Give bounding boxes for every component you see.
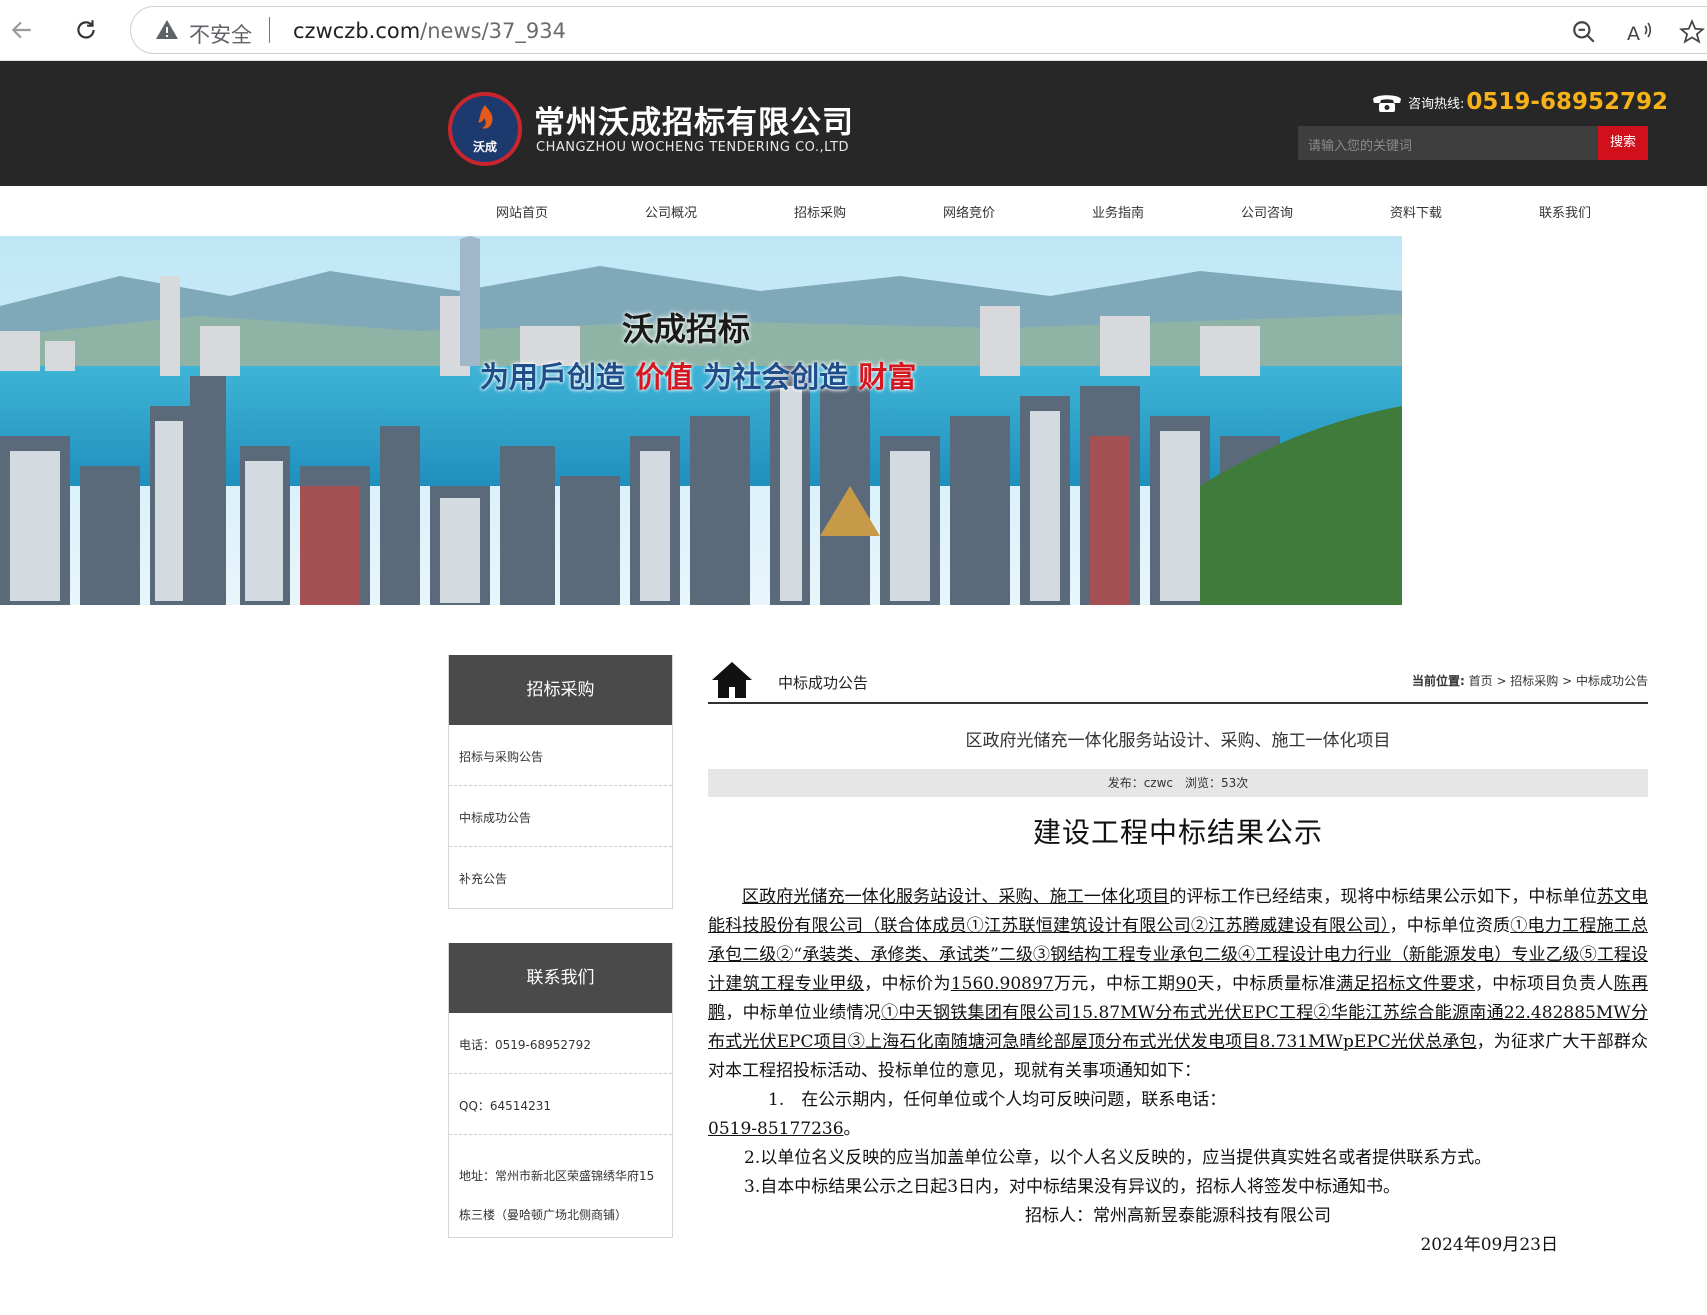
back-button[interactable] [4, 12, 40, 48]
hotline-label: 咨询热线: [1408, 96, 1465, 112]
article-content: 中标成功公告 当前位置: 首页 > 招标采购 > 中标成功公告 区政府光储充一体… [708, 656, 1648, 1260]
zoom-icon[interactable] [1571, 19, 1597, 45]
nav-online-bidding[interactable]: 网络竞价 [919, 202, 1019, 221]
signer: 招标人：常州高新昱泰能源科技有限公司 [1025, 1206, 1331, 1226]
hotline-number: 0519-68952792 [1466, 89, 1668, 115]
nav-consulting[interactable]: 公司咨询 [1217, 202, 1317, 221]
main-nav: 网站首页 公司概况 招标采购 网络竞价 业务指南 公司咨询 资料下载 联系我们 [0, 186, 1707, 236]
contact-qq: QQ：64514231 [449, 1074, 672, 1135]
company-logo[interactable]: 沃成 [448, 92, 522, 166]
search-input[interactable]: 请输入您的关键词 [1298, 126, 1598, 160]
url-text[interactable]: czwczb.com/news/37_934 [293, 19, 566, 43]
banner-title: 沃成招标 [622, 310, 751, 348]
telephone-icon [1373, 95, 1401, 112]
flame-logo-icon [478, 105, 493, 129]
home-icon[interactable] [710, 660, 754, 700]
logo-text: 沃成 [472, 140, 497, 154]
document-title: 建设工程中标结果公示 [1032, 816, 1323, 849]
sidebar-item-winning-notice[interactable]: 中标成功公告 [449, 786, 672, 847]
insecure-label[interactable]: 不安全 [189, 19, 252, 49]
site-header: 沃成 常州沃成招标有限公司 CHANGZHOU WOCHENG TENDERIN… [0, 61, 1707, 186]
sidebar-contact-title: 联系我们 [449, 943, 672, 1013]
breadcrumb-path[interactable]: 首页 > 招标采购 > 中标成功公告 [1469, 674, 1648, 688]
sidebar-contact-panel: 联系我们 电话：0519-68952792 QQ：64514231 地址：常州市… [448, 943, 673, 1238]
contact-phone: 电话：0519-68952792 [449, 1013, 672, 1074]
section-header: 中标成功公告 当前位置: 首页 > 招标采购 > 中标成功公告 [708, 656, 1648, 704]
reload-button[interactable] [68, 12, 104, 48]
notice-item-1-phone: 0519-85177236。 [708, 1119, 861, 1139]
announcement-date: 2024年09月23日 [1420, 1235, 1558, 1255]
address-separator [269, 17, 270, 43]
sidebar-item-bidding-notice[interactable]: 招标与采购公告 [449, 725, 672, 786]
sidebar-bidding-panel: 招标采购 招标与采购公告 中标成功公告 补充公告 [448, 655, 673, 909]
nav-bidding[interactable]: 招标采购 [770, 202, 870, 221]
read-aloud-icon[interactable]: A [1625, 19, 1653, 45]
hotline: 咨询热线: 0519-68952792 [1370, 87, 1668, 117]
sidebar-bidding-title: 招标采购 [449, 655, 672, 725]
svg-text:A: A [1627, 23, 1640, 45]
company-name: 常州沃成招标有限公司 [534, 105, 854, 141]
nav-contact[interactable]: 联系我们 [1515, 202, 1615, 221]
notice-item-1: 1. 在公示期内，任何单位或个人均可反映问题，联系电话： [768, 1090, 1227, 1110]
back-arrow-icon [11, 21, 31, 39]
nav-about[interactable]: 公司概况 [621, 202, 721, 221]
sidebar-item-supplement-notice[interactable]: 补充公告 [449, 847, 672, 908]
browser-toolbar: 不安全 czwczb.com/news/37_934 A [0, 0, 1707, 61]
contact-address: 地址：常州市新北区荣盛锦绣华府15栋三楼（曼哈顿广场北侧商铺） [459, 1169, 655, 1222]
favorite-star-icon[interactable] [1679, 19, 1705, 45]
announcement-paragraph: 区政府光储充一体化服务站设计、采购、施工一体化项目的评标工作已经结束，现将中标结… [708, 887, 1649, 1081]
address-bar[interactable]: 不安全 czwczb.com/news/37_934 A [130, 6, 1707, 54]
reload-icon [77, 20, 95, 39]
notice-item-2: 2.以单位名义反映的应当加盖单位公章，以个人名义反映的，应当提供真实姓名或者提供… [744, 1148, 1492, 1168]
nav-downloads[interactable]: 资料下载 [1366, 202, 1466, 221]
section-title: 中标成功公告 [778, 674, 869, 692]
city-skyline-image [0, 236, 1402, 605]
breadcrumb: 当前位置: 首页 > 招标采购 > 中标成功公告 [1411, 674, 1648, 688]
nav-home[interactable]: 网站首页 [472, 202, 572, 221]
warning-icon [156, 20, 178, 39]
banner-image: 沃成招标 为用戶创造 价值 为社会创造 财富 [0, 236, 1402, 605]
search-button[interactable]: 搜索 [1598, 126, 1648, 160]
article-title: 区政府光储充一体化服务站设计、采购、施工一体化项目 [965, 731, 1391, 751]
notice-item-3: 3.自本中标结果公示之日起3日内，对中标结果没有异议的，招标人将签发中标通知书。 [744, 1177, 1401, 1197]
document-body: 区政府光储充一体化服务站设计、采购、施工一体化项目的评标工作已经结束，现将中标结… [708, 883, 1648, 1260]
banner-slogan: 为用戶创造 价值 为社会创造 财富 [480, 360, 917, 394]
company-name-en: CHANGZHOU WOCHENG TENDERING CO.,LTD [536, 140, 850, 155]
article-meta: 发布：czwc 浏览：53次 [708, 769, 1648, 797]
nav-business-guide[interactable]: 业务指南 [1068, 202, 1168, 221]
